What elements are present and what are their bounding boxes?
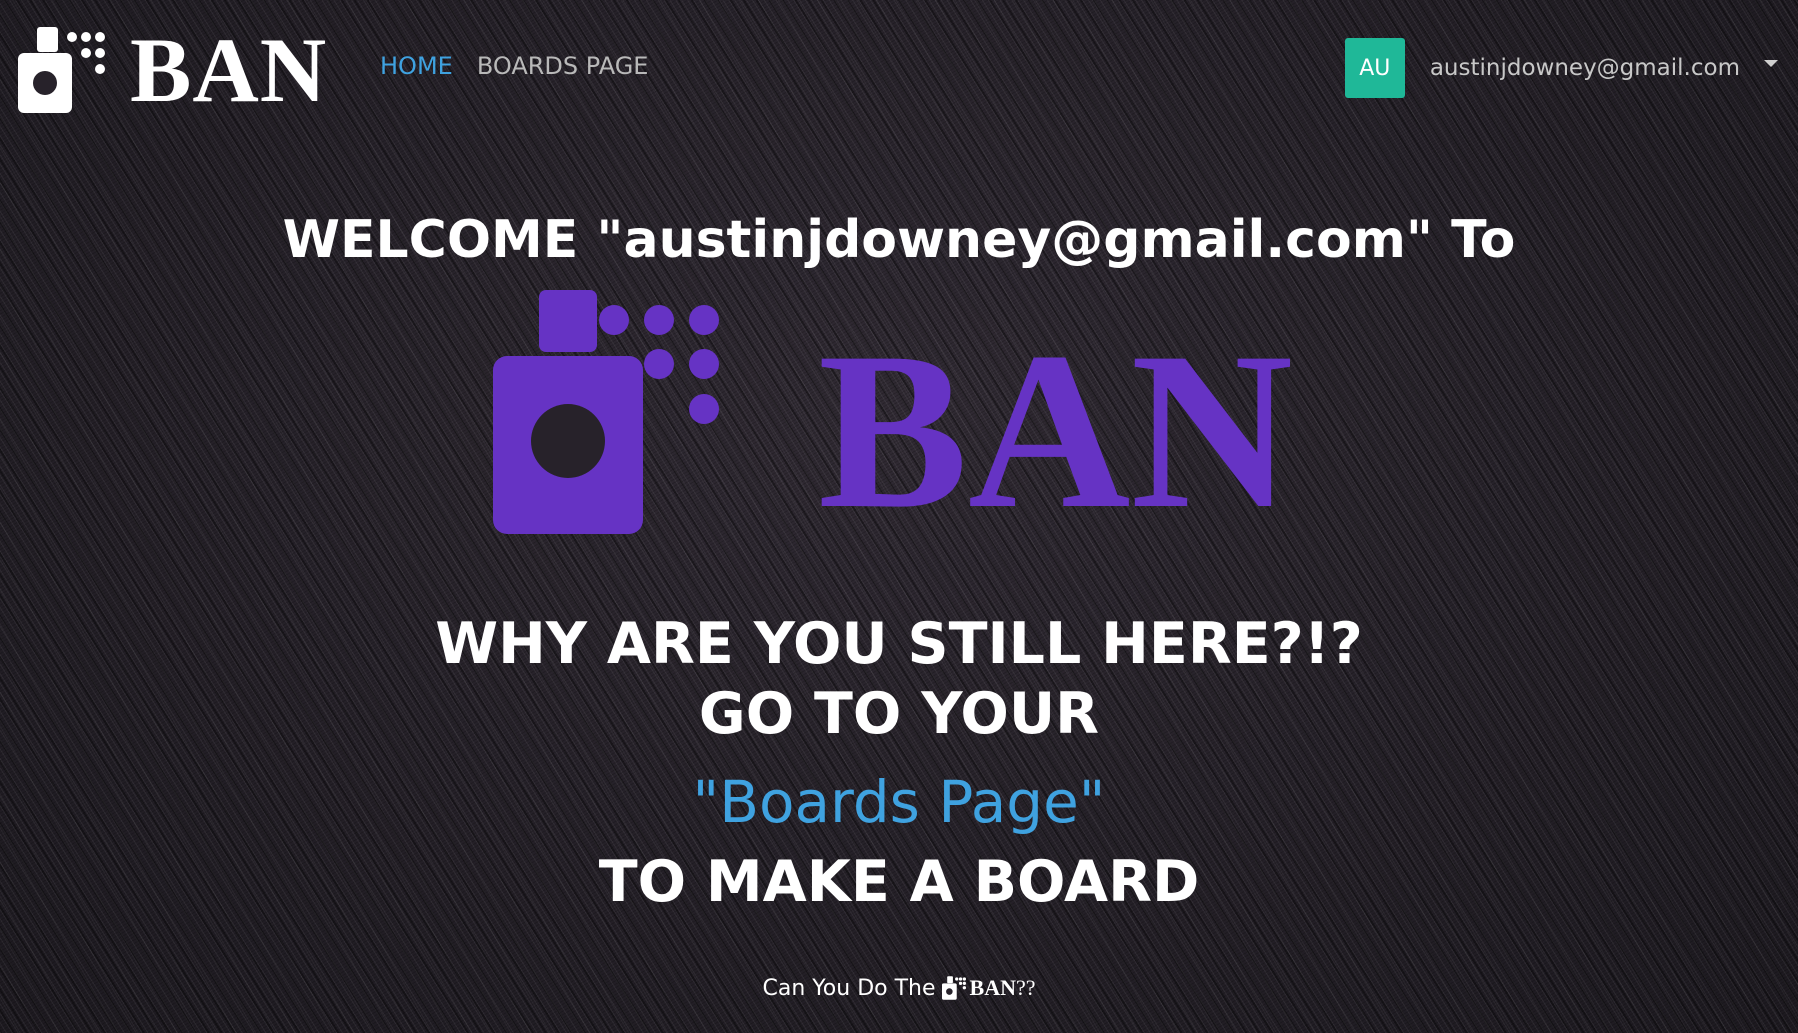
user-menu[interactable]: AU austinjdowney@gmail.com bbox=[1344, 38, 1778, 98]
footer-logo: BAN bbox=[941, 975, 1016, 1001]
navbar: BAN HOME BOARDS PAGE AU austinjdowney@gm… bbox=[0, 0, 1798, 140]
avatar[interactable]: AU bbox=[1344, 38, 1405, 98]
boards-page-link[interactable]: "Boards Page" bbox=[0, 768, 1798, 838]
call-to-action-text: WHY ARE YOU STILL HERE?!? GO TO YOUR bbox=[0, 610, 1798, 749]
hero-logo-text: BAN bbox=[818, 305, 1293, 535]
caret-down-icon[interactable] bbox=[1764, 59, 1778, 67]
go-line: GO TO YOUR bbox=[698, 680, 1100, 747]
footer-brand: BAN bbox=[969, 975, 1016, 1000]
nav-boards-page-link[interactable]: BOARDS PAGE bbox=[477, 52, 649, 80]
why-line: WHY ARE YOU STILL HERE?!? bbox=[435, 611, 1363, 677]
brand-logo[interactable]: BAN bbox=[18, 18, 327, 122]
nav-home-link[interactable]: HOME bbox=[380, 52, 453, 80]
footer-prefix: Can You Do The bbox=[762, 975, 936, 1001]
spray-bottle-icon bbox=[941, 976, 966, 1000]
make-board-line: TO MAKE A BOARD bbox=[598, 849, 1200, 915]
spray-bottle-icon bbox=[18, 27, 105, 113]
welcome-heading: WELCOME "austinjdowney@gmail.com" To bbox=[282, 210, 1516, 270]
nav-links: HOME BOARDS PAGE bbox=[380, 52, 648, 80]
user-email[interactable]: austinjdowney@gmail.com bbox=[1430, 55, 1740, 81]
spray-bottle-icon bbox=[493, 290, 719, 534]
hero-logo: BAN bbox=[493, 290, 1305, 555]
hero-logo-graphic: BAN bbox=[493, 290, 1293, 555]
footer: Can You Do The BAN ?? bbox=[0, 975, 1798, 1001]
brand-name: BAN bbox=[130, 19, 328, 121]
footer-suffix: ?? bbox=[1015, 975, 1036, 1000]
